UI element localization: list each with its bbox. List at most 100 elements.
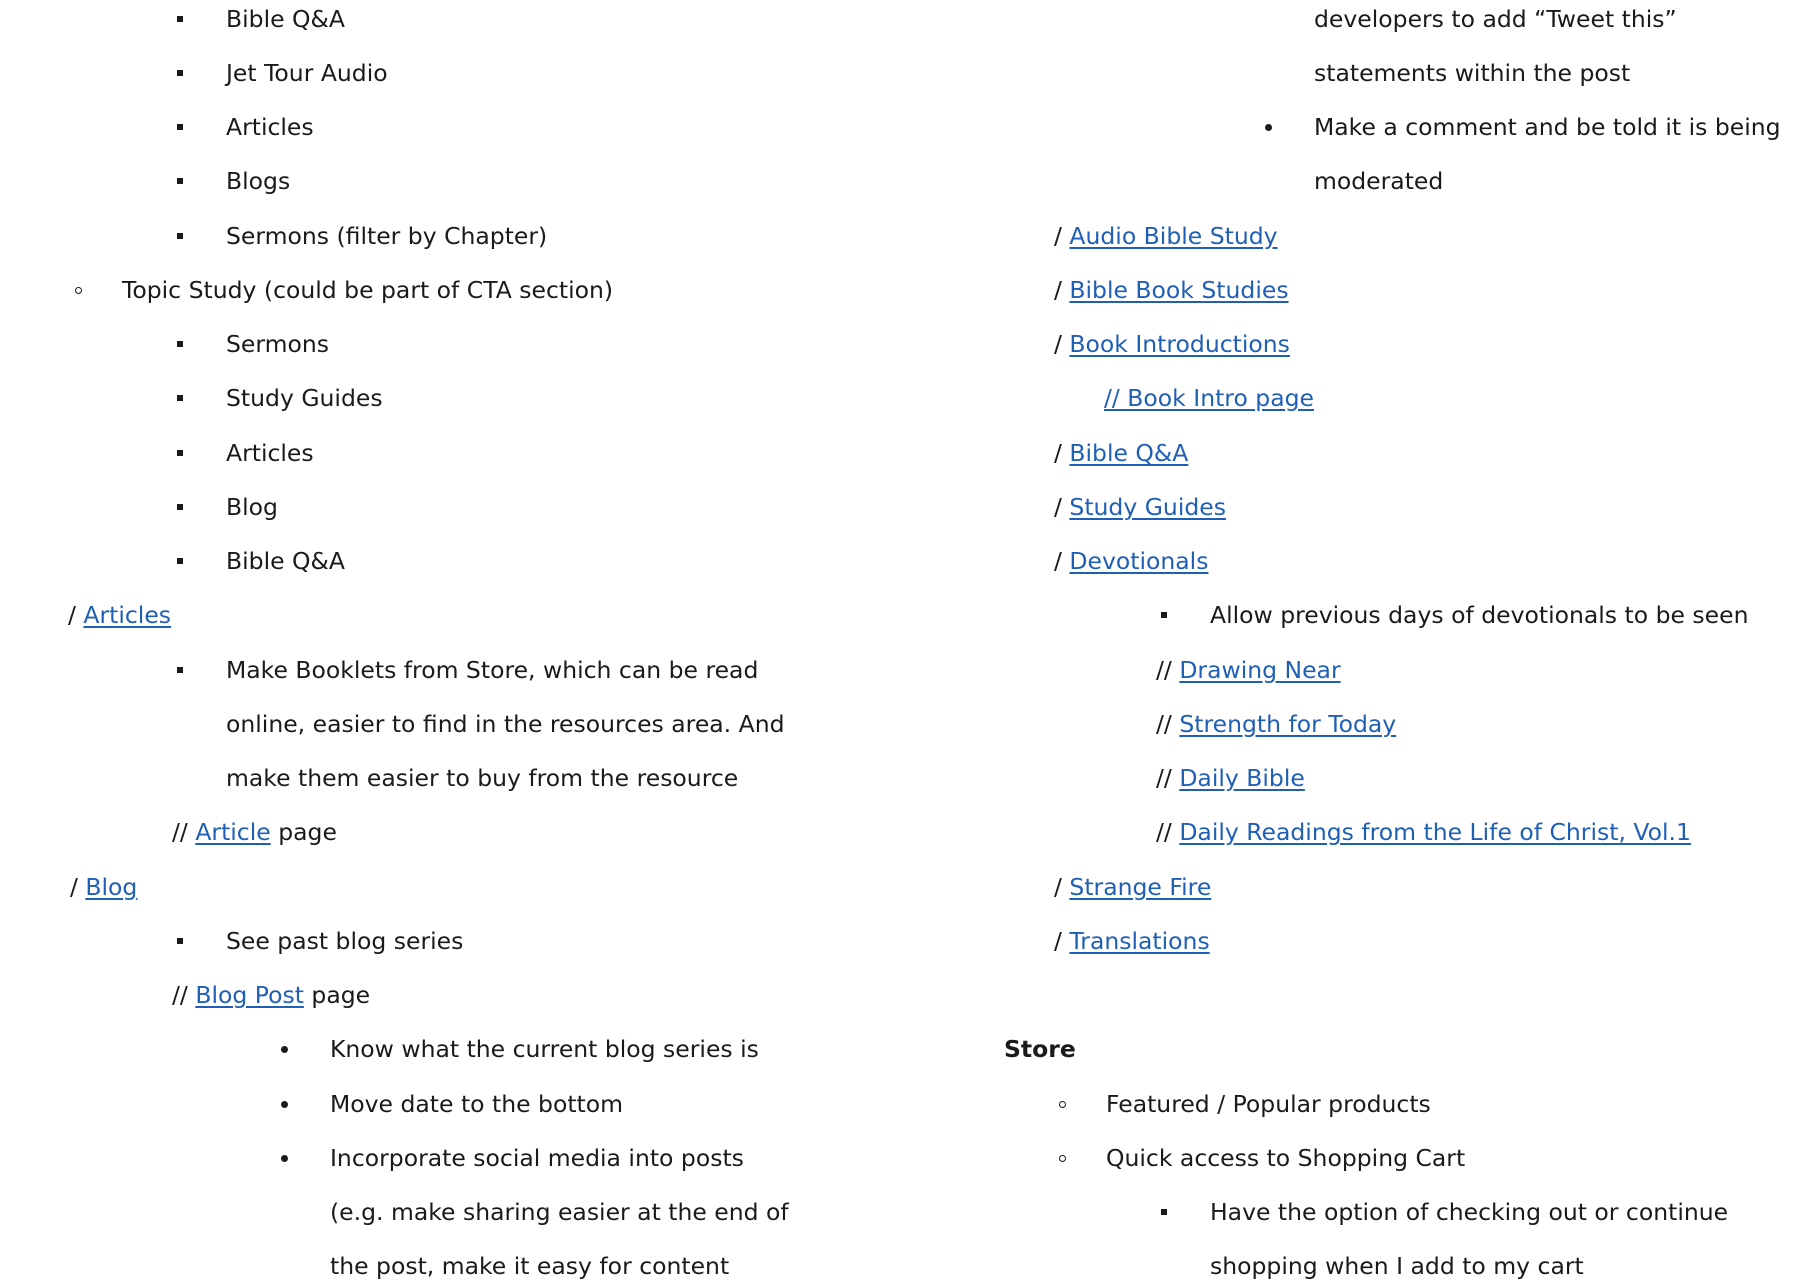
article-page-entry: // Article page: [172, 818, 337, 846]
path-prefix: /: [1054, 927, 1062, 955]
square-bullet-icon: [172, 927, 188, 955]
hollow-bullet-icon: [70, 276, 86, 304]
path-prefix: /: [68, 601, 76, 629]
drawing-near-link[interactable]: Drawing Near: [1179, 656, 1340, 684]
path-prefix: //: [1156, 818, 1172, 846]
square-bullet-icon: [1156, 1198, 1172, 1226]
bible-qa-link[interactable]: Bible Q&A: [1069, 439, 1188, 467]
articles-link[interactable]: Articles: [83, 601, 171, 629]
list-item: Blogs: [226, 167, 291, 195]
devotional-entry: // Daily Readings from the Life of Chris…: [1156, 818, 1691, 846]
resource-entry: / Book Introductions: [1054, 330, 1290, 358]
page-suffix: page: [311, 981, 371, 1009]
path-prefix: /: [1054, 873, 1062, 901]
resource-entry: / Translations: [1054, 927, 1210, 955]
comment-item-line: moderated: [1314, 167, 1444, 195]
continuation-line: developers to add “Tweet this”: [1314, 5, 1677, 33]
devotional-entry: // Daily Bible: [1156, 764, 1305, 792]
devotionals-link[interactable]: Devotionals: [1069, 547, 1208, 575]
round-bullet-icon: [276, 1090, 292, 1118]
list-item: Articles: [226, 113, 314, 141]
articles-note-line: make them easier to buy from the resourc…: [226, 764, 739, 792]
devotionals-note: Allow previous days of devotionals to be…: [1210, 601, 1749, 629]
list-item: Study Guides: [226, 384, 383, 412]
strange-fire-link[interactable]: Strange Fire: [1069, 873, 1211, 901]
list-item: Incorporate social media into posts: [330, 1144, 744, 1172]
blog-post-link[interactable]: Blog Post: [195, 981, 304, 1009]
page-suffix: page: [278, 818, 337, 846]
resource-entry: / Devotionals: [1054, 547, 1208, 575]
resource-entry: / Study Guides: [1054, 493, 1226, 521]
list-item: Articles: [226, 439, 314, 467]
list-item: Move date to the bottom: [330, 1090, 624, 1118]
store-heading: Store: [1004, 1035, 1076, 1063]
path-prefix: /: [1054, 276, 1062, 304]
daily-bible-link[interactable]: Daily Bible: [1179, 764, 1305, 792]
square-bullet-icon: [172, 167, 188, 195]
hollow-bullet-icon: [1054, 1090, 1070, 1118]
articles-entry: / Articles: [68, 601, 171, 629]
list-item: Featured / Popular products: [1106, 1090, 1431, 1118]
articles-note-line: Make Booklets from Store, which can be r…: [226, 656, 759, 684]
path-prefix: /: [1054, 222, 1062, 250]
article-page-link[interactable]: Article: [195, 818, 270, 846]
list-item: Bible Q&A: [226, 5, 345, 33]
square-bullet-icon: [172, 493, 188, 521]
study-guides-link[interactable]: Study Guides: [1069, 493, 1226, 521]
square-bullet-icon: [172, 59, 188, 87]
blog-post-page-entry: // Blog Post page: [172, 981, 370, 1009]
resource-entry: / Strange Fire: [1054, 873, 1211, 901]
square-bullet-icon: [172, 330, 188, 358]
round-bullet-icon: [276, 1144, 292, 1172]
translations-link[interactable]: Translations: [1069, 927, 1209, 955]
path-prefix: /: [1054, 439, 1062, 467]
devotional-entry: // Strength for Today: [1156, 710, 1396, 738]
list-item: Sermons (filter by Chapter): [226, 222, 548, 250]
book-intro-page-link[interactable]: // Book Intro page: [1104, 384, 1314, 412]
list-item: Know what the current blog series is: [330, 1035, 759, 1063]
resource-entry: // Book Intro page: [1104, 384, 1314, 412]
articles-note-line: online, easier to find in the resources …: [226, 710, 785, 738]
daily-readings-link[interactable]: Daily Readings from the Life of Christ, …: [1179, 818, 1691, 846]
square-bullet-icon: [172, 222, 188, 250]
list-item: Bible Q&A: [226, 547, 345, 575]
blog-note: See past blog series: [226, 927, 464, 955]
square-bullet-icon: [1156, 601, 1172, 629]
path-prefix: //: [172, 818, 188, 846]
list-item: Quick access to Shopping Cart: [1106, 1144, 1466, 1172]
square-bullet-icon: [172, 113, 188, 141]
blog-entry: / Blog: [70, 873, 137, 901]
topic-study-label: Topic Study (could be part of CTA sectio…: [122, 276, 614, 304]
strength-for-today-link[interactable]: Strength for Today: [1179, 710, 1396, 738]
path-prefix: /: [1054, 493, 1062, 521]
path-prefix: //: [172, 981, 188, 1009]
square-bullet-icon: [172, 384, 188, 412]
path-prefix: /: [70, 873, 78, 901]
resource-entry: / Bible Q&A: [1054, 439, 1188, 467]
resource-entry: / Audio Bible Study: [1054, 222, 1278, 250]
path-prefix: /: [1054, 330, 1062, 358]
square-bullet-icon: [172, 5, 188, 33]
book-introductions-link[interactable]: Book Introductions: [1069, 330, 1290, 358]
path-prefix: /: [1054, 547, 1062, 575]
blog-link[interactable]: Blog: [85, 873, 137, 901]
list-item: Sermons: [226, 330, 330, 358]
audio-bible-study-link[interactable]: Audio Bible Study: [1069, 222, 1277, 250]
hollow-bullet-icon: [1054, 1144, 1070, 1172]
continuation-line: (e.g. make sharing easier at the end of: [330, 1198, 789, 1226]
bible-book-studies-link[interactable]: Bible Book Studies: [1069, 276, 1288, 304]
comment-item-line: Make a comment and be told it is being: [1314, 113, 1781, 141]
square-bullet-icon: [172, 547, 188, 575]
path-prefix: //: [1156, 656, 1172, 684]
continuation-line: statements within the post: [1314, 59, 1631, 87]
path-prefix: //: [1156, 710, 1172, 738]
resource-entry: / Bible Book Studies: [1054, 276, 1289, 304]
cart-note-line: Have the option of checking out or conti…: [1210, 1198, 1729, 1226]
list-item: Blog: [226, 493, 278, 521]
round-bullet-icon: [276, 1035, 292, 1063]
square-bullet-icon: [172, 439, 188, 467]
square-bullet-icon: [172, 656, 188, 684]
list-item: Jet Tour Audio: [226, 59, 388, 87]
devotional-entry: // Drawing Near: [1156, 656, 1341, 684]
round-bullet-icon: [1260, 113, 1276, 141]
